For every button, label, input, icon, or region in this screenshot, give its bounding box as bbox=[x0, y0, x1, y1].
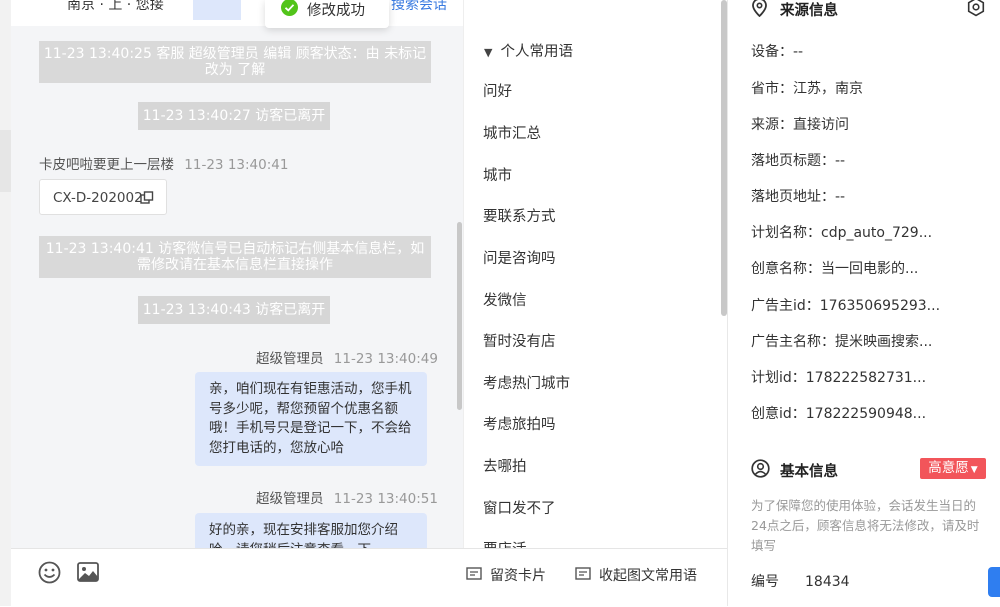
system-message: 11-23 13:40:27 访客已离开 bbox=[138, 102, 330, 130]
visitor-meta: 卡皮吧啦要更上一层楼 11-23 13:40:41 bbox=[39, 153, 288, 173]
check-circle-icon bbox=[281, 0, 298, 16]
visitor-name: 卡皮吧啦要更上一层楼 bbox=[39, 157, 174, 173]
creative-name-field: 创意名称：当一回电影的... bbox=[751, 261, 919, 277]
landing-title-field: 落地页标题：-- bbox=[751, 153, 846, 169]
plan-id-field: 计划id：178222582731... bbox=[751, 370, 927, 386]
basic-info-title: 基本信息 bbox=[780, 464, 838, 480]
phrases-group-header[interactable]: ▼ 个人常用语 bbox=[484, 40, 573, 61]
chat-scrollbar[interactable] bbox=[457, 222, 462, 410]
phrase-item[interactable]: 暂时没有店 bbox=[483, 330, 556, 351]
agent-name: 超级管理员 bbox=[256, 351, 324, 367]
collapse-phrases-label: 收起图文常用语 bbox=[599, 568, 697, 584]
agent-meta: 超级管理员 11-23 13:40:49 bbox=[256, 347, 438, 367]
plan-name-field: 计划名称：cdp_auto_729... bbox=[751, 225, 933, 241]
phrase-item[interactable]: 要联系方式 bbox=[483, 205, 556, 226]
location-pin-icon bbox=[752, 0, 767, 17]
search-session-link[interactable]: 搜索会话 bbox=[391, 0, 447, 14]
customer-id-field: 编号 18434 bbox=[751, 571, 850, 591]
settings-icon[interactable] bbox=[966, 0, 986, 17]
collapse-phrases-button[interactable]: 收起图文常用语 bbox=[575, 565, 697, 585]
phrase-item[interactable]: 窗口发不了 bbox=[483, 497, 556, 518]
top-bubble-fragment bbox=[193, 0, 241, 20]
phrase-item[interactable]: 发微信 bbox=[483, 289, 527, 310]
system-message: 11-23 13:40:41 访客微信号已自动标记右侧基本信息栏，如需修改请在基… bbox=[39, 236, 431, 278]
agent-time: 11-23 13:40:49 bbox=[333, 351, 438, 367]
origin-field: 来源：直接访问 bbox=[751, 117, 849, 133]
phrase-item[interactable]: 问是咨询吗 bbox=[483, 247, 556, 268]
common-phrases-panel: ▼ 个人常用语 问好 城市汇总 城市 要联系方式 问是咨询吗 发微信 暂时没有店 … bbox=[463, 0, 728, 548]
customer-info-panel: 来源信息 设备：-- 省市：江苏，南京 来源：直接访问 落地页标题：-- 落地页… bbox=[727, 0, 1000, 606]
visitor-card-message[interactable]: CX-D-202002 bbox=[39, 179, 167, 215]
top-left-text: 南京 · 上 · 您接 bbox=[67, 0, 164, 13]
chat-top-bar: 南京 · 上 · 您接 搜索会话 bbox=[11, 0, 463, 26]
system-message: 11-23 13:40:43 访客已离开 bbox=[138, 296, 330, 324]
phrase-item[interactable]: 考虑热门城市 bbox=[483, 372, 570, 393]
phrase-item[interactable]: 城市 bbox=[483, 164, 512, 185]
agent-time: 11-23 13:40:51 bbox=[333, 491, 438, 507]
system-message: 11-23 13:40:25 客服 超级管理员 编辑 顾客状态：由 未标记 改为… bbox=[39, 41, 431, 83]
left-strip-block bbox=[0, 130, 11, 192]
message-icon bbox=[466, 567, 482, 580]
image-icon[interactable] bbox=[77, 562, 99, 582]
customer-id-value: 18434 bbox=[805, 574, 850, 590]
agent-name: 超级管理员 bbox=[256, 491, 324, 507]
lead-card-label: 留资卡片 bbox=[490, 568, 546, 584]
visitor-time: 11-23 13:40:41 bbox=[184, 157, 289, 173]
caret-down-icon: ▼ bbox=[484, 46, 493, 59]
message-icon bbox=[575, 567, 591, 580]
info-notice: 为了保障您的使用体验，会话发生当日的24点之后，顾客信息将无法修改，请及时填写 bbox=[751, 498, 980, 553]
smile-icon[interactable] bbox=[38, 561, 61, 584]
province-field: 省市：江苏，南京 bbox=[751, 81, 863, 97]
advertiser-id-field: 广告主id：176350695293... bbox=[751, 298, 941, 314]
agent-message-bubble: 亲，咱们现在有钜惠活动，您手机号多少呢，帮您预留个优惠名额哦！手机号只是登记一下… bbox=[195, 372, 427, 466]
floating-action-tab[interactable] bbox=[988, 567, 1000, 597]
phrases-group-title: 个人常用语 bbox=[500, 44, 573, 60]
chat-area[interactable]: 南京 · 上 · 您接 搜索会话 11-23 13:40:25 客服 超级管理员… bbox=[11, 0, 463, 548]
success-toast: 修改成功 bbox=[265, 0, 389, 28]
copy-icon[interactable] bbox=[140, 191, 154, 205]
source-info-title: 来源信息 bbox=[780, 3, 838, 19]
intent-badge-label: 高意愿 bbox=[928, 460, 969, 476]
phrase-item[interactable]: 问好 bbox=[483, 80, 512, 101]
landing-url-field: 落地页地址：-- bbox=[751, 189, 846, 205]
lead-card-button[interactable]: 留资卡片 bbox=[466, 565, 546, 585]
input-toolbar: 留资卡片 收起图文常用语 bbox=[11, 548, 727, 607]
phrase-item[interactable]: 考虑旅拍吗 bbox=[483, 413, 556, 434]
device-field: 设备：-- bbox=[751, 44, 804, 60]
phrase-item[interactable]: 城市汇总 bbox=[483, 122, 541, 143]
caret-down-icon: ▼ bbox=[970, 465, 978, 475]
card-text: CX-D-202002 bbox=[53, 190, 143, 206]
advertiser-name-field: 广告主名称：提米映画搜索... bbox=[751, 334, 933, 350]
left-strip bbox=[0, 0, 11, 606]
user-circle-icon bbox=[751, 459, 770, 478]
agent-meta: 超级管理员 11-23 13:40:51 bbox=[256, 487, 438, 507]
agent-message-bubble: 好的亲，现在安排客服加您介绍哈，请您稍后注意查看，下 bbox=[195, 513, 427, 548]
toast-text: 修改成功 bbox=[307, 3, 365, 19]
phrase-item[interactable]: 去哪拍 bbox=[483, 455, 527, 476]
intent-badge[interactable]: 高意愿 ▼ bbox=[920, 458, 986, 479]
customer-id-label: 编号 bbox=[751, 574, 779, 590]
creative-id-field: 创意id：178222590948... bbox=[751, 406, 927, 422]
phrase-item[interactable]: 要店活 bbox=[483, 538, 527, 548]
